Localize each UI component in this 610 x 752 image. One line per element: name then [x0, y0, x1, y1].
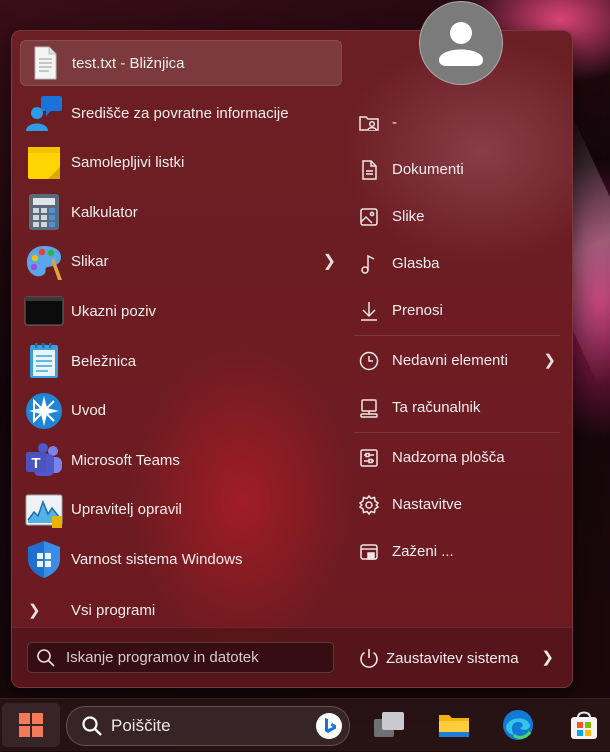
paint-icon — [24, 242, 64, 282]
start-button[interactable] — [2, 703, 60, 747]
app-item-notepad[interactable]: Beležnica — [20, 339, 342, 384]
place-recent-items[interactable]: Nedavni elementi ❯ — [354, 337, 560, 384]
teams-icon: T — [24, 440, 64, 480]
chevron-right-icon: ❯ — [28, 602, 41, 619]
feedback-hub-icon — [24, 93, 64, 133]
search-icon — [36, 648, 56, 668]
sticky-notes-icon — [24, 143, 64, 183]
app-label: Beležnica — [71, 352, 137, 370]
place-label: - — [392, 114, 397, 131]
place-run[interactable]: Zaženi ... — [354, 528, 560, 575]
search-placeholder: Iskanje programov in datotek — [66, 649, 259, 666]
divider — [354, 432, 560, 433]
gear-icon — [358, 494, 380, 516]
svg-text:T: T — [31, 455, 40, 472]
place-user-folder[interactable]: - — [354, 99, 560, 146]
app-label: Ukazni poziv — [71, 302, 157, 320]
windows-logo-icon — [19, 713, 43, 737]
power-button[interactable]: Zaustavitev sistema ❯ — [358, 643, 558, 673]
app-label: Varnost sistema Windows — [71, 550, 243, 568]
user-avatar[interactable] — [419, 1, 503, 85]
app-label: test.txt - Bližnjica — [72, 54, 185, 72]
place-settings[interactable]: Nastavitve — [354, 481, 560, 528]
app-label: Središče za povratne informacije — [71, 104, 289, 122]
notepad-icon — [24, 341, 64, 381]
calculator-icon — [24, 192, 64, 232]
download-icon — [358, 300, 380, 322]
bing-icon[interactable] — [315, 712, 343, 740]
place-label: Glasba — [392, 255, 440, 272]
document-icon — [358, 159, 380, 181]
clock-icon — [358, 350, 380, 372]
app-item-get-started[interactable]: Uvod — [20, 388, 342, 433]
app-item-sticky-notes[interactable]: Samolepljivi listki — [20, 140, 342, 185]
divider — [354, 335, 560, 336]
place-label: Nadzorna plošča — [392, 449, 505, 466]
place-label: Ta računalnik — [392, 399, 481, 416]
chevron-right-icon[interactable]: ❯ — [541, 648, 554, 666]
app-label: Slikar — [71, 253, 109, 271]
all-programs-button[interactable]: ❯ Vsi programi — [20, 595, 342, 625]
music-icon — [358, 253, 380, 275]
power-label: Zaustavitev sistema — [386, 649, 519, 667]
app-list: test.txt - Bližnjica Središče za povratn… — [20, 40, 342, 587]
app-label: Upravitelj opravil — [71, 501, 182, 519]
app-label: Microsoft Teams — [71, 451, 180, 469]
windows-security-icon — [24, 539, 64, 579]
app-item-test-txt[interactable]: test.txt - Bližnjica — [20, 40, 342, 86]
user-folder-icon — [358, 112, 380, 134]
taskbar: Poiščite — [0, 698, 610, 751]
app-item-feedback-hub[interactable]: Središče za povratne informacije — [20, 91, 342, 136]
task-manager-icon — [24, 490, 64, 530]
computer-icon — [358, 397, 380, 419]
microsoft-store-icon[interactable] — [566, 707, 602, 743]
control-panel-icon — [358, 447, 380, 469]
chevron-right-icon[interactable]: ❯ — [323, 251, 336, 271]
all-programs-label: Vsi programi — [71, 601, 156, 619]
place-label: Dokumenti — [392, 161, 464, 178]
place-this-pc[interactable]: Ta računalnik — [354, 384, 560, 431]
get-started-icon — [24, 391, 64, 431]
place-label: Nedavni elementi — [392, 352, 508, 369]
app-item-windows-security[interactable]: Varnost sistema Windows — [20, 537, 342, 582]
taskbar-search[interactable]: Poiščite — [66, 706, 350, 746]
run-icon — [358, 541, 380, 563]
task-view-icon[interactable] — [371, 707, 407, 743]
edge-icon[interactable] — [500, 707, 536, 743]
place-music[interactable]: Glasba — [354, 240, 560, 287]
start-search-input[interactable]: Iskanje programov in datotek — [27, 642, 334, 673]
place-label: Nastavitve — [392, 496, 463, 513]
file-explorer-icon[interactable] — [436, 707, 472, 743]
app-item-command-prompt[interactable]: Ukazni poziv — [20, 289, 342, 334]
taskbar-search-label: Poiščite — [111, 716, 171, 735]
places-list: - Dokumenti Slike Glasba Prenosi Nedavni… — [354, 99, 560, 575]
command-prompt-icon — [24, 291, 64, 331]
pictures-icon — [358, 206, 380, 228]
place-label: Zaženi ... — [392, 543, 454, 560]
app-item-paint[interactable]: Slikar ❯ — [20, 239, 342, 284]
chevron-right-icon[interactable]: ❯ — [543, 351, 556, 369]
app-label: Uvod — [71, 402, 107, 420]
place-documents[interactable]: Dokumenti — [354, 146, 560, 193]
power-icon — [358, 647, 380, 669]
app-item-microsoft-teams[interactable]: T Microsoft Teams — [20, 438, 342, 483]
place-label: Slike — [392, 208, 425, 225]
search-icon — [81, 715, 103, 737]
place-control-panel[interactable]: Nadzorna plošča — [354, 434, 560, 481]
app-item-task-manager[interactable]: Upravitelj opravil — [20, 487, 342, 532]
place-downloads[interactable]: Prenosi — [354, 287, 560, 334]
app-item-calculator[interactable]: Kalkulator — [20, 190, 342, 235]
app-label: Kalkulator — [71, 203, 138, 221]
text-file-icon — [25, 43, 65, 83]
app-label: Samolepljivi listki — [71, 154, 185, 172]
place-label: Prenosi — [392, 302, 443, 319]
place-pictures[interactable]: Slike — [354, 193, 560, 240]
start-menu: test.txt - Bližnjica Središče za povratn… — [11, 30, 573, 688]
